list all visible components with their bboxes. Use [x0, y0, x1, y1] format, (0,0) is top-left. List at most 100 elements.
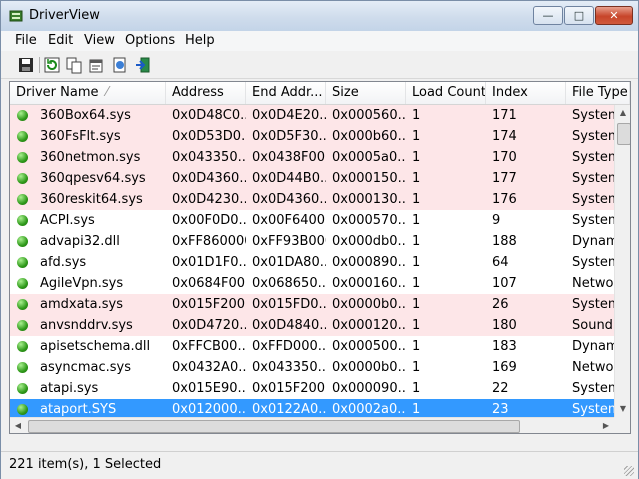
cell-load: 1	[412, 129, 421, 144]
menu-view[interactable]: View	[84, 33, 115, 48]
cell-size: 0x000500...	[332, 339, 406, 354]
cell-address: 0x0D4720...	[172, 318, 246, 333]
refresh-icon[interactable]	[43, 56, 61, 74]
column-header-end-address[interactable]: End Addr...	[246, 82, 326, 104]
cell-load: 1	[412, 108, 421, 123]
driverview-window: DriverView — □ ✕ File Edit View Options …	[0, 0, 639, 479]
cell-name: anvsnddrv.sys	[40, 318, 133, 333]
table-row[interactable]: afd.sys 0x01D1F0... 0x01DA80... 0x000890...…	[10, 252, 614, 273]
cell-name: asyncmac.sys	[40, 360, 131, 375]
cell-address: 0xFFCB00...	[172, 339, 246, 354]
column-header-index[interactable]: Index	[486, 82, 566, 104]
cell-name: afd.sys	[40, 255, 87, 270]
title-bar[interactable]: DriverView — □ ✕	[1, 1, 638, 31]
cell-load: 1	[412, 297, 421, 312]
cell-index: 64	[492, 255, 509, 270]
cell-name: atapi.sys	[40, 381, 99, 396]
cell-index: 9	[492, 213, 501, 228]
cell-size: 0x0000b0...	[332, 297, 406, 312]
cell-load: 1	[412, 171, 421, 186]
scroll-left-arrow-icon[interactable]: ◀	[10, 418, 26, 433]
table-row[interactable]: 360Box64.sys 0x0D48C0... 0x0D4E20... 0x0005…	[10, 105, 614, 126]
status-text: 221 item(s), 1 Selected	[9, 457, 162, 472]
column-header-size[interactable]: Size	[326, 82, 406, 104]
cell-load: 1	[412, 192, 421, 207]
scrollbar-corner	[614, 417, 630, 433]
cell-end: 0x015F2000	[252, 381, 326, 396]
status-bar: 221 item(s), 1 Selected	[1, 451, 638, 479]
cell-index: 183	[492, 339, 517, 354]
cell-name: 360Box64.sys	[40, 108, 131, 123]
copy-icon[interactable]	[65, 56, 83, 74]
menu-file[interactable]: File	[15, 33, 37, 48]
horizontal-scrollbar[interactable]: ◀ ▶	[10, 417, 614, 433]
table-row[interactable]: 360netmon.sys 0x043350... 0x0438F000 0x0005…	[10, 147, 614, 168]
cell-address: 0x015F2000	[172, 297, 246, 312]
cell-index: 171	[492, 108, 517, 123]
cell-type: Dynamic	[572, 339, 614, 354]
menu-bar: File Edit View Options Help	[1, 31, 638, 51]
cell-end: 0x0D44B0...	[252, 171, 326, 186]
table-row[interactable]: ACPI.sys 0x00F0D0... 0x00F64000 0x000570...…	[10, 210, 614, 231]
cell-end: 0x068650...	[252, 276, 326, 291]
cell-address: 0x043350...	[172, 150, 246, 165]
driver-list[interactable]: Driver Name ⁄ Address End Addr... Size Lo…	[9, 81, 631, 434]
scroll-up-arrow-icon[interactable]: ▲	[615, 105, 630, 121]
table-row[interactable]: anvsnddrv.sys 0x0D4720... 0x0D4840... 0x000…	[10, 315, 614, 336]
table-row[interactable]: amdxata.sys 0x015F2000 0x015FD0... 0x0000b0…	[10, 294, 614, 315]
cell-address: 0x015E90...	[172, 381, 246, 396]
scroll-down-arrow-icon[interactable]: ▼	[615, 401, 630, 417]
save-icon[interactable]	[17, 56, 35, 74]
cell-address: 0xFF860000	[172, 234, 246, 249]
cell-type: System D	[572, 192, 614, 207]
minimize-button[interactable]: —	[533, 6, 563, 25]
table-row[interactable]: 360reskit64.sys 0x0D4230... 0x0D4360... 0x0…	[10, 189, 614, 210]
column-header-load-count[interactable]: Load Count	[406, 82, 486, 104]
table-row[interactable]: asyncmac.sys 0x0432A0... 0x043350... 0x0000…	[10, 357, 614, 378]
window-title: DriverView	[29, 8, 100, 23]
table-row[interactable]: 360qpesv64.sys 0x0D4360... 0x0D44B0... 0x00…	[10, 168, 614, 189]
cell-load: 1	[412, 339, 421, 354]
cell-end: 0x043350...	[252, 360, 326, 375]
cell-type: System D	[572, 381, 614, 396]
maximize-button[interactable]: □	[564, 6, 594, 25]
cell-end: 0x0D4840...	[252, 318, 326, 333]
column-header-file-type[interactable]: File Type	[566, 82, 630, 104]
cell-index: 169	[492, 360, 517, 375]
scroll-right-arrow-icon[interactable]: ▶	[598, 418, 614, 433]
cell-end: 0x0D4360...	[252, 192, 326, 207]
column-header-address[interactable]: Address	[166, 82, 246, 104]
column-header-driver-name[interactable]: Driver Name ⁄	[10, 82, 166, 104]
cell-size: 0x000090...	[332, 381, 406, 396]
cell-address: 0x0432A0...	[172, 360, 246, 375]
cell-load: 1	[412, 255, 421, 270]
html-report-icon[interactable]	[111, 56, 129, 74]
vertical-scrollbar[interactable]: ▲ ▼	[614, 105, 630, 417]
cell-name: ACPI.sys	[40, 213, 95, 228]
cell-load: 1	[412, 234, 421, 249]
table-row[interactable]: advapi32.dll 0xFF860000 0xFF93B000 0x000db0…	[10, 231, 614, 252]
resize-grip-icon[interactable]	[624, 466, 634, 476]
menu-edit[interactable]: Edit	[48, 33, 73, 48]
driver-rows: 360Box64.sys 0x0D48C0... 0x0D4E20... 0x0005…	[10, 105, 614, 433]
cell-type: Network	[572, 360, 614, 375]
menu-help[interactable]: Help	[185, 33, 215, 48]
exit-icon[interactable]	[134, 56, 152, 74]
cell-index: 170	[492, 150, 517, 165]
cell-name: 360reskit64.sys	[40, 192, 143, 207]
cell-name: AgileVpn.sys	[40, 276, 124, 291]
menu-options[interactable]: Options	[125, 33, 175, 48]
table-row[interactable]: AgileVpn.sys 0x0684F000 0x068650... 0x00016…	[10, 273, 614, 294]
cell-type: System D	[572, 297, 614, 312]
cell-name: apisetschema.dll	[40, 339, 151, 354]
cell-end: 0x0D5F30...	[252, 129, 326, 144]
cell-size: 0x000890...	[332, 255, 406, 270]
table-row[interactable]: 360FsFlt.sys 0x0D53D0... 0x0D5F30... 0x000b…	[10, 126, 614, 147]
vertical-scroll-thumb[interactable]	[617, 123, 630, 145]
properties-icon[interactable]	[87, 56, 105, 74]
close-button[interactable]: ✕	[595, 6, 633, 25]
table-row[interactable]: atapi.sys 0x015E90... 0x015F2000 0x000090..…	[10, 378, 614, 399]
table-row[interactable]: apisetschema.dll 0xFFCB00... 0xFFD000... 0x…	[10, 336, 614, 357]
cell-size: 0x000150...	[332, 171, 406, 186]
horizontal-scroll-thumb[interactable]	[28, 420, 520, 433]
